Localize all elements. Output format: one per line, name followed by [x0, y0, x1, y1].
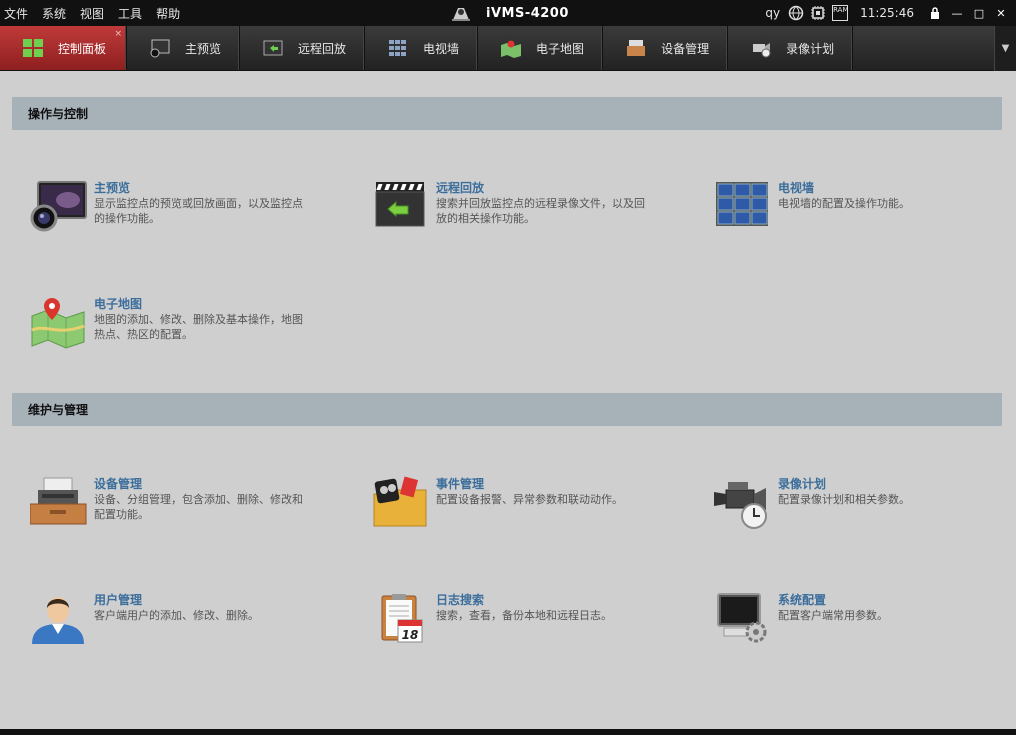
playback-icon [375, 182, 425, 227]
menu-file[interactable]: 文件 [4, 5, 28, 22]
module-title: 电视墙 [778, 181, 815, 195]
tab-e-map[interactable]: 电子地图 [478, 26, 604, 70]
tvwall-icon [716, 182, 768, 226]
map-icon [31, 298, 85, 349]
module-remote-playback[interactable]: 远程回放 搜索并回放监控点的远程录像文件，以及回放的相关操作功能。 [372, 180, 662, 240]
tab-label: 电子地图 [536, 41, 585, 56]
module-desc: 客户端用户的添加、修改、删除。 [94, 609, 259, 622]
tvwall-icon [389, 40, 407, 56]
preview-icon [30, 181, 87, 232]
map-icon [501, 40, 522, 58]
tab-main-preview[interactable]: 主预览 [127, 26, 241, 70]
tab-device-management[interactable]: 设备管理 [603, 26, 729, 70]
module-desc: 搜索，查看，备份本地和远程日志。 [436, 609, 612, 622]
log-clipboard-icon: 18 [381, 594, 423, 643]
tab-control-panel[interactable]: 控制面板 × [0, 26, 127, 70]
system-tray: qy RAM 11:25:46 — □ ✕ [765, 0, 1010, 26]
network-icon[interactable] [788, 5, 804, 21]
tab-label: 远程回放 [298, 41, 347, 56]
module-system-config[interactable]: 系统配置 配置客户端常用参数。 [714, 592, 1004, 652]
grid-icon [23, 39, 43, 57]
module-desc: 设备、分组管理，包含添加、删除、修改和配置功能。 [94, 493, 303, 521]
tab-label: 录像计划 [786, 41, 835, 56]
device-icon [30, 477, 87, 525]
module-device-management[interactable]: 设备管理 设备、分组管理，包含添加、删除、修改和配置功能。 [30, 476, 320, 536]
module-record-schedule[interactable]: 录像计划 配置录像计划和相关参数。 [714, 476, 1004, 536]
module-title: 主预览 [94, 181, 131, 195]
module-desc: 显示监控点的预览或回放画面，以及监控点的操作功能。 [94, 197, 303, 225]
module-title: 用户管理 [94, 593, 143, 607]
tab-bar: 控制面板 × 主预览 远程回放 电视墙 电子地图 设备管理 录像计划 ▼ [0, 26, 1016, 71]
tab-close-icon[interactable]: × [114, 29, 122, 39]
tab-label: 电视墙 [423, 41, 460, 56]
menu-tools[interactable]: 工具 [118, 5, 142, 22]
module-desc: 配置设备报警、异常参数和联动动作。 [436, 493, 623, 506]
preview-icon [150, 39, 170, 58]
device-icon [627, 40, 646, 56]
lock-icon [931, 7, 939, 19]
module-log-search[interactable]: 18 日志搜索 搜索，查看，备份本地和远程日志。 [372, 592, 662, 652]
module-title: 系统配置 [778, 593, 827, 607]
menu-help[interactable]: 帮助 [156, 5, 180, 22]
playback-icon [263, 40, 283, 56]
module-desc: 配置客户端常用参数。 [778, 609, 888, 622]
calendar-date-text: 18 [402, 628, 419, 642]
module-desc: 地图的添加、修改、删除及基本操作，地图热点、热区的配置。 [94, 313, 303, 341]
module-e-map[interactable]: 电子地图 地图的添加、修改、删除及基本操作，地图热点、热区的配置。 [30, 296, 320, 356]
ram-icon[interactable]: RAM [832, 5, 849, 21]
module-desc: 搜索并回放监控点的远程录像文件，以及回放的相关操作功能。 [436, 197, 645, 225]
module-desc: 配置录像计划和相关参数。 [778, 493, 910, 506]
module-title: 远程回放 [436, 181, 485, 195]
tab-dropdown-button[interactable]: ▼ [994, 26, 1016, 71]
tab-remote-playback[interactable]: 远程回放 [240, 26, 366, 70]
menu-bar: 文件 系统 视图 工具 帮助 [4, 0, 194, 26]
minimize-button[interactable]: — [948, 4, 966, 22]
close-button[interactable]: ✕ [992, 4, 1010, 22]
monitor-gear-icon [717, 593, 767, 643]
tab-label: 控制面板 [58, 41, 107, 56]
current-user[interactable]: qy [765, 6, 780, 20]
camera-icon [714, 482, 767, 529]
event-folder-icon [373, 476, 427, 527]
clock: 11:25:46 [860, 6, 914, 20]
tab-record-schedule[interactable]: 录像计划 [728, 26, 854, 70]
camera-icon [753, 43, 771, 58]
module-title: 电子地图 [94, 297, 143, 311]
module-title: 录像计划 [778, 477, 827, 491]
bottom-bar [0, 729, 1016, 735]
maximize-button[interactable]: □ [970, 4, 988, 22]
title-bar: 文件 系统 视图 工具 帮助 iVMS-4200 qy RAM 11:25:46… [0, 0, 1016, 26]
module-event-management[interactable]: 事件管理 配置设备报警、异常参数和联动动作。 [372, 476, 662, 536]
module-user-management[interactable]: 用户管理 客户端用户的添加、修改、删除。 [30, 592, 320, 652]
menu-system[interactable]: 系统 [42, 5, 66, 22]
module-main-preview[interactable]: 主预览 显示监控点的预览或回放画面，以及监控点的操作功能。 [30, 180, 320, 240]
cpu-icon[interactable] [810, 5, 826, 21]
tab-label: 设备管理 [661, 41, 710, 56]
tab-label: 主预览 [185, 41, 222, 56]
app-title: iVMS-4200 [486, 5, 569, 21]
module-tv-wall[interactable]: 电视墙 电视墙的配置及操作功能。 [714, 180, 1004, 240]
module-title: 日志搜索 [436, 593, 485, 607]
module-desc: 电视墙的配置及操作功能。 [778, 197, 910, 210]
module-title: 事件管理 [436, 477, 485, 491]
section-header-ops: 操作与控制 [12, 97, 1002, 130]
user-icon [32, 597, 84, 644]
app-title-area: iVMS-4200 [450, 0, 569, 26]
module-title: 设备管理 [94, 477, 143, 491]
lock-button[interactable] [926, 4, 944, 22]
menu-view[interactable]: 视图 [80, 5, 104, 22]
app-logo-icon [452, 8, 470, 21]
tab-tv-wall[interactable]: 电视墙 [365, 26, 479, 70]
section-header-maint: 维护与管理 [12, 393, 1002, 426]
